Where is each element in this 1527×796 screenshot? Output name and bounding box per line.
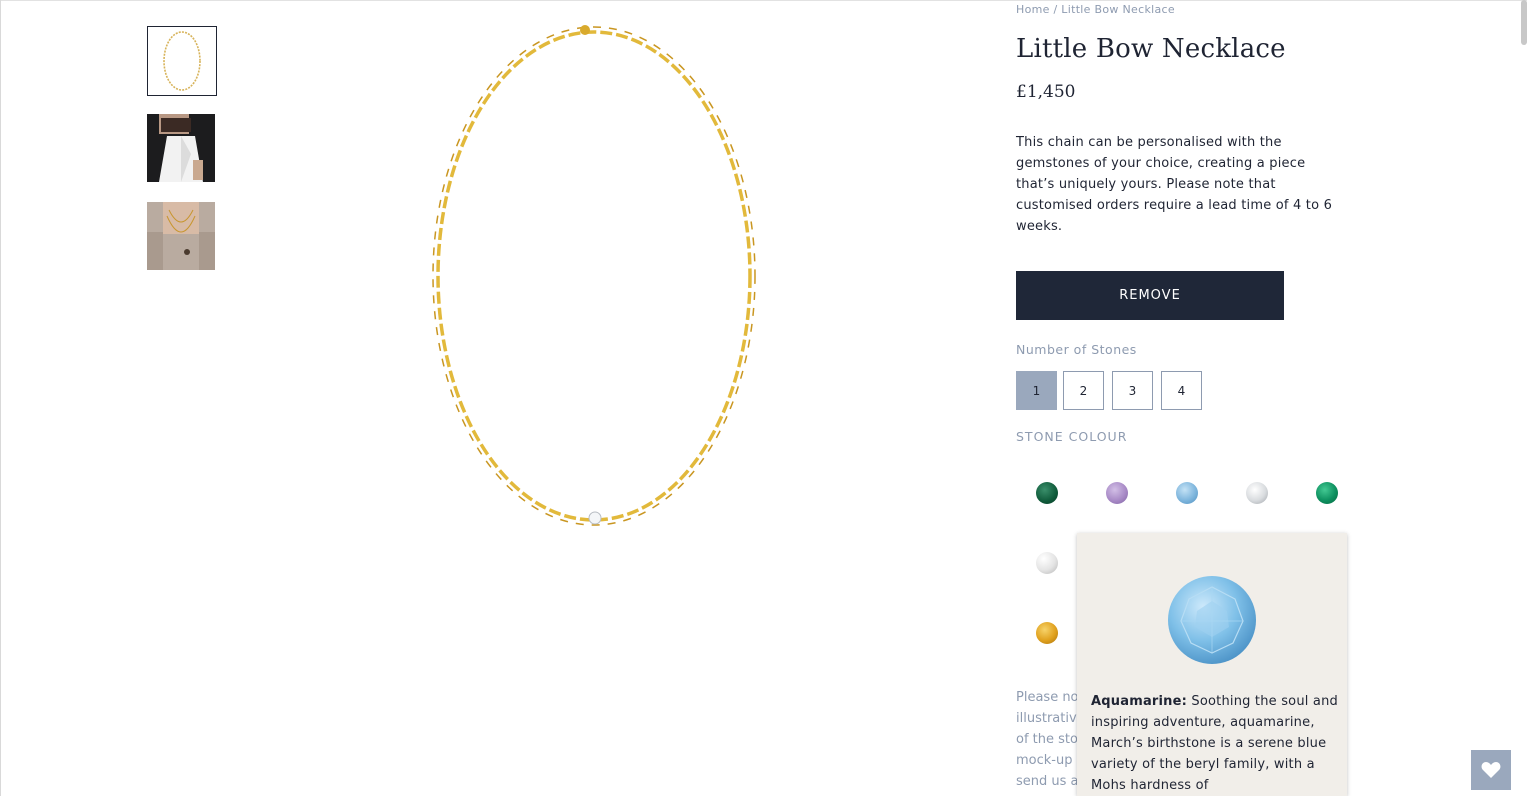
remove-button[interactable]: REMOVE bbox=[1016, 271, 1284, 320]
thumbnail-necklace[interactable] bbox=[147, 26, 217, 96]
thumbnail-list bbox=[147, 26, 217, 290]
model-thumbnail-image bbox=[147, 202, 215, 270]
diamond-swatch[interactable] bbox=[1246, 482, 1268, 504]
product-main-image bbox=[420, 18, 770, 533]
amethyst-swatch[interactable] bbox=[1106, 482, 1128, 504]
breadcrumb-home-link[interactable]: Home bbox=[1016, 3, 1050, 16]
window-left-border bbox=[0, 0, 1, 796]
breadcrumb-separator: / bbox=[1053, 3, 1058, 16]
thumbnail-model-cardigan[interactable] bbox=[147, 202, 215, 270]
stones-option-3[interactable]: 3 bbox=[1112, 371, 1153, 410]
heart-icon bbox=[1481, 762, 1501, 778]
necklace-thumbnail-image bbox=[163, 31, 201, 91]
gem-description: Aquamarine: Soothing the soul and inspir… bbox=[1091, 691, 1339, 796]
thumbnail-model-shirt[interactable] bbox=[147, 114, 215, 182]
stones-option-2[interactable]: 2 bbox=[1063, 371, 1104, 410]
emerald-swatch[interactable] bbox=[1316, 482, 1338, 504]
emerald-dark-swatch[interactable] bbox=[1036, 482, 1058, 504]
window-top-border bbox=[0, 0, 1527, 1]
product-title: Little Bow Necklace bbox=[1016, 34, 1286, 64]
gem-info-tooltip: Aquamarine: Soothing the soul and inspir… bbox=[1077, 533, 1347, 796]
page-scrollbar[interactable] bbox=[1521, 0, 1527, 45]
pearl-swatch[interactable] bbox=[1036, 552, 1058, 574]
aquamarine-gem-image bbox=[1168, 576, 1256, 664]
product-price: £1,450 bbox=[1016, 82, 1076, 102]
stones-option-1[interactable]: 1 bbox=[1016, 371, 1057, 410]
stones-option-4[interactable]: 4 bbox=[1161, 371, 1202, 410]
necklace-image bbox=[432, 25, 756, 526]
breadcrumb-current: Little Bow Necklace bbox=[1061, 3, 1175, 16]
model-thumbnail-image bbox=[147, 114, 215, 182]
aquamarine-swatch[interactable] bbox=[1176, 482, 1198, 504]
stone-colour-label: STONE COLOUR bbox=[1016, 429, 1128, 444]
number-of-stones-label: Number of Stones bbox=[1016, 342, 1137, 357]
product-description: This chain can be personalised with the … bbox=[1016, 135, 1333, 234]
wishlist-button[interactable] bbox=[1471, 750, 1511, 790]
gem-name: Aquamarine: bbox=[1091, 694, 1188, 709]
citrine-swatch[interactable] bbox=[1036, 622, 1058, 644]
breadcrumb: Home / Little Bow Necklace bbox=[1016, 3, 1175, 16]
